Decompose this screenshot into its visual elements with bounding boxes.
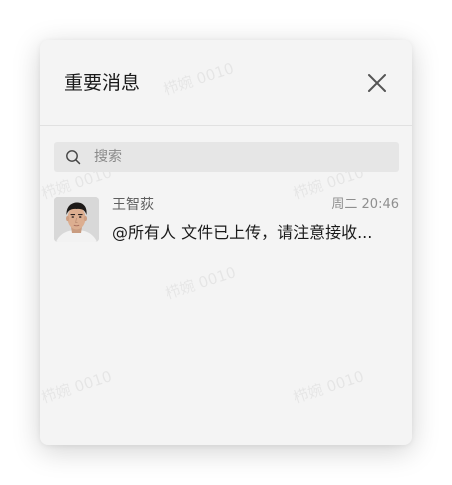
search-icon [66,150,81,165]
close-button[interactable] [364,70,390,96]
search-box [54,142,399,172]
conversation-item[interactable]: 王智荻 周二 20:46 @所有人 文件已上传，请注意接收... [40,186,412,246]
conversation-preview: @所有人 文件已上传，请注意接收... [112,223,373,242]
panel-header: 重要消息 [40,40,412,126]
conversation-time: 周二 20:46 [331,197,399,212]
watermark: 栉婉 0010 [163,263,239,303]
avatar-image [54,197,99,242]
close-icon [368,74,386,92]
watermark: 栉婉 0010 [291,367,367,407]
watermark: 栉婉 0010 [40,367,115,407]
screen: 栉婉 0010 栉婉 0010 栉婉 0010 栉婉 0010 栉婉 0010 … [0,0,452,485]
important-messages-panel: 栉婉 0010 栉婉 0010 栉婉 0010 栉婉 0010 栉婉 0010 … [40,40,412,445]
conversation-name: 王智荻 [112,197,154,213]
panel-title: 重要消息 [64,72,141,94]
avatar [54,197,99,242]
search-input[interactable] [94,142,389,172]
